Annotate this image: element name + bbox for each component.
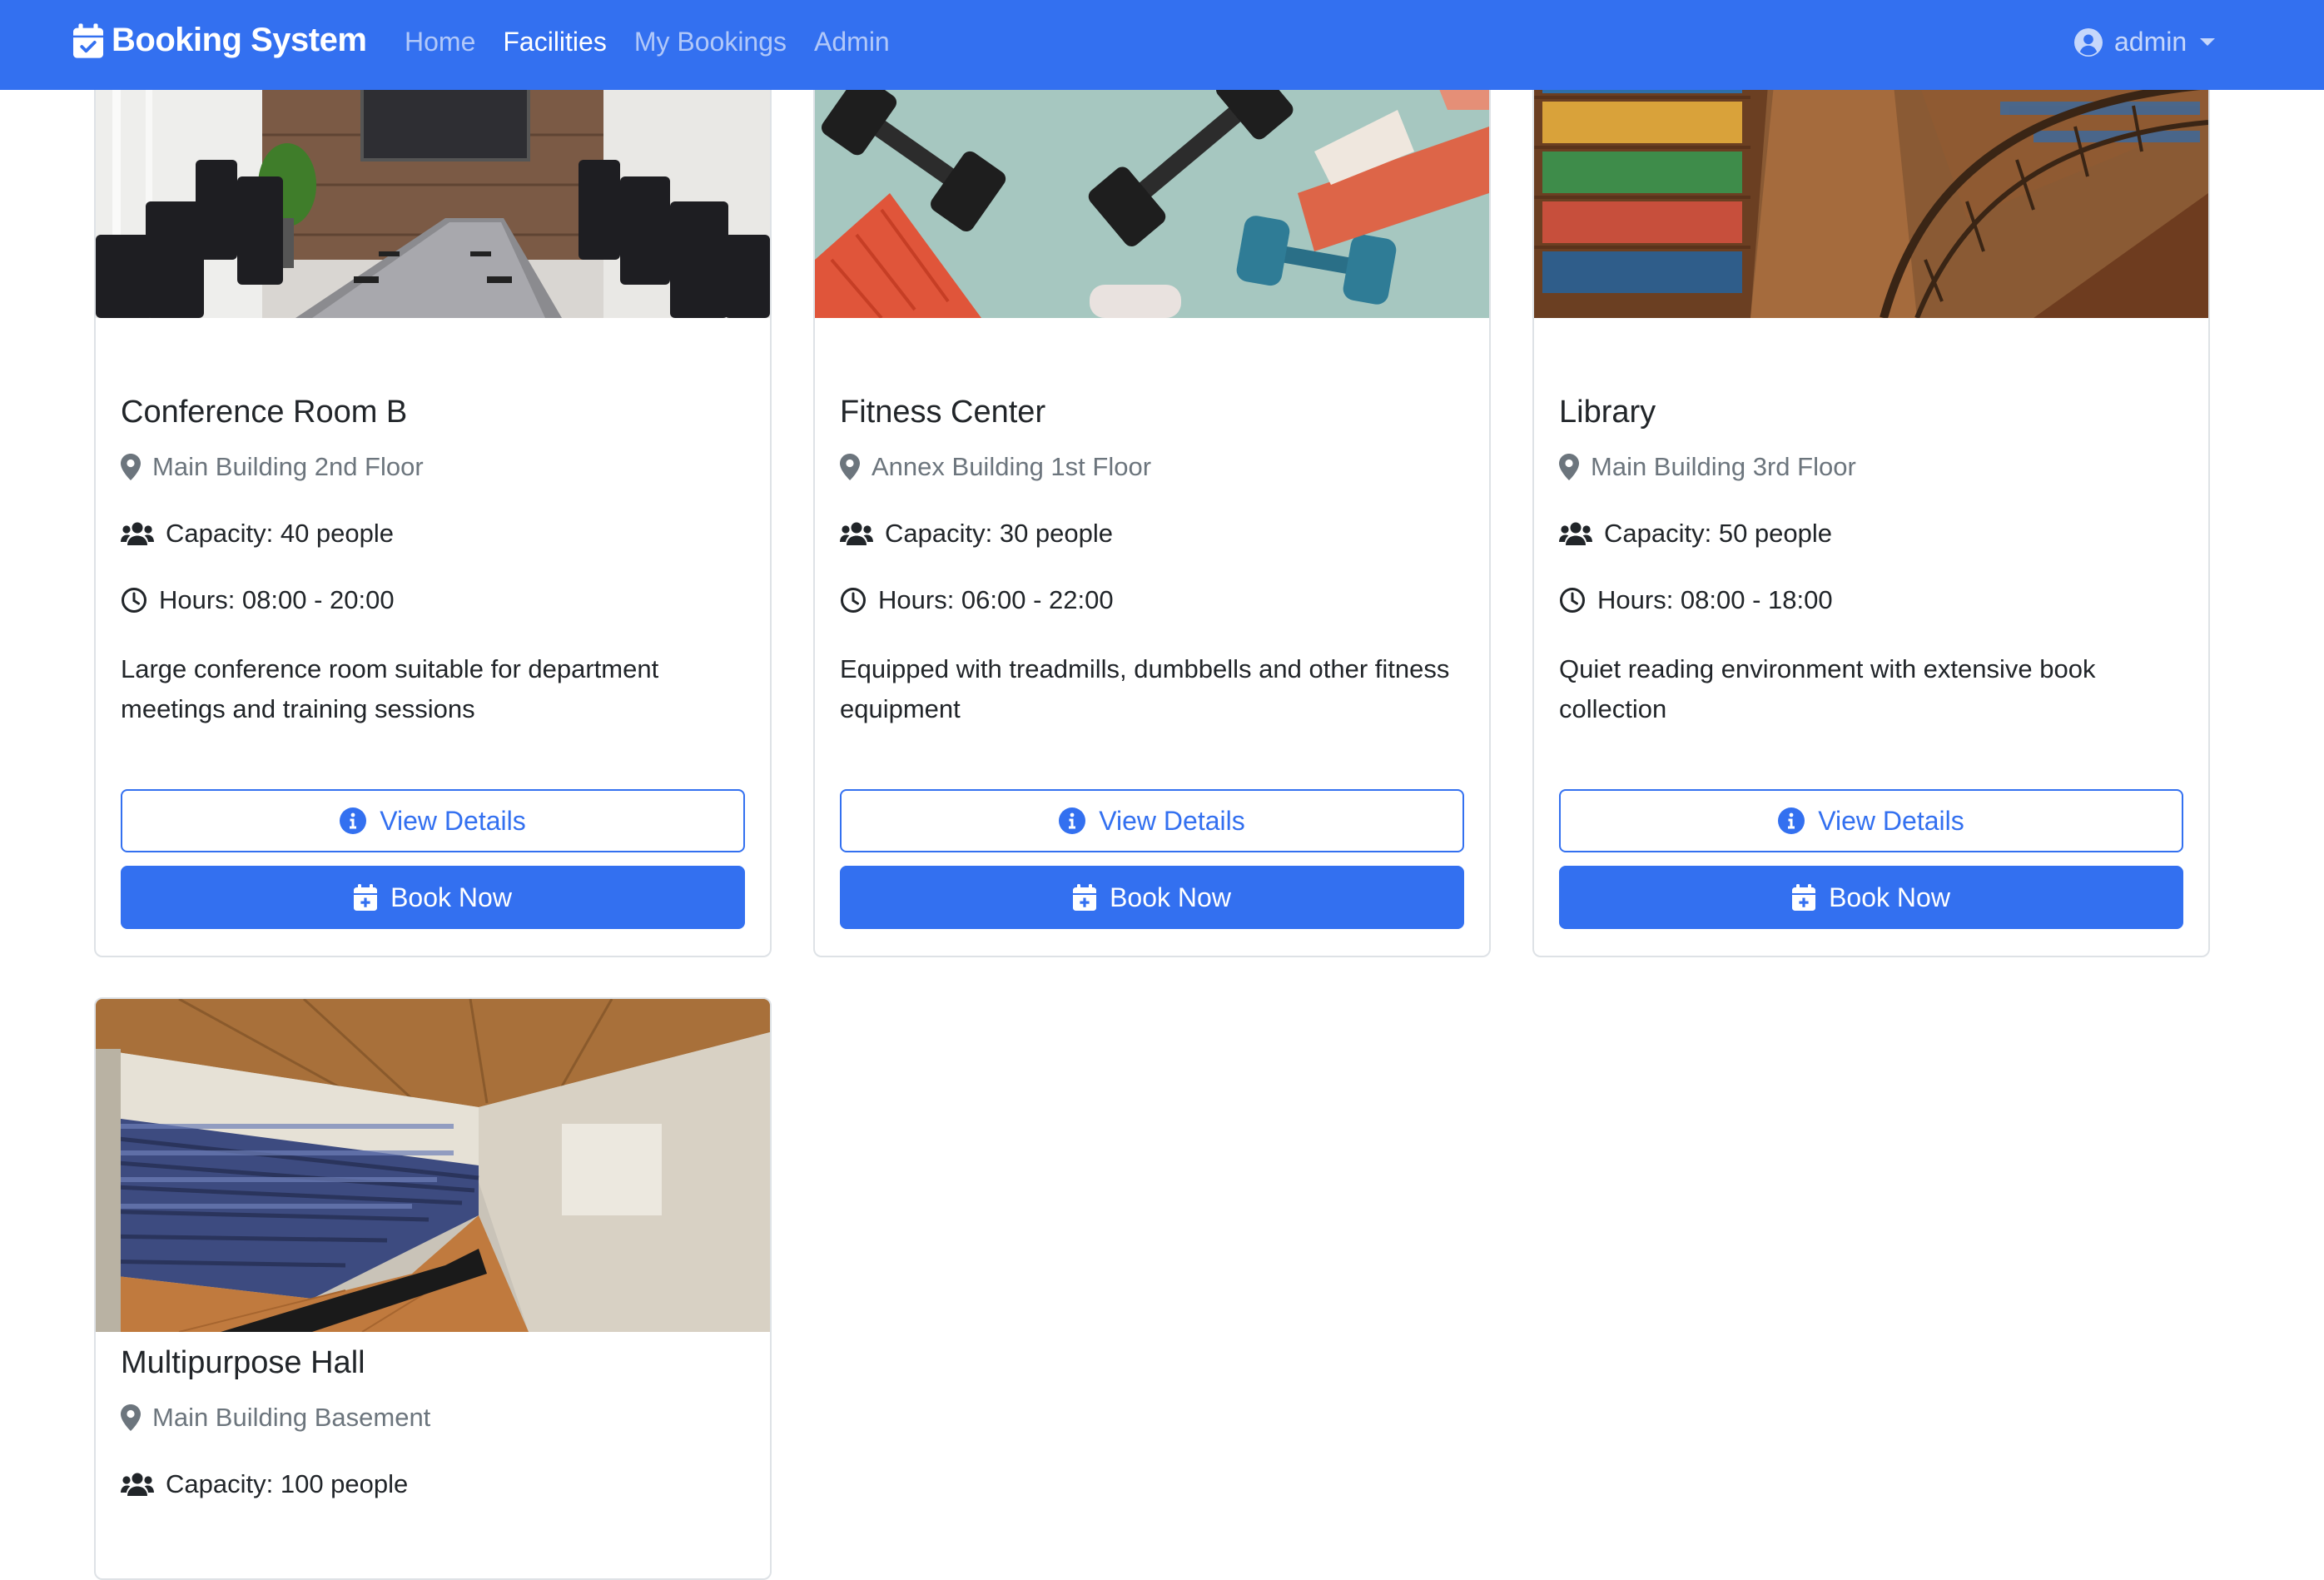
map-pin-icon — [121, 454, 141, 480]
user-name: admin — [2114, 27, 2187, 57]
brand-title: Booking System — [112, 22, 367, 58]
info-circle-icon — [1778, 807, 1805, 834]
calendar-check-icon — [73, 22, 103, 58]
facility-description: Quiet reading environment with extensive… — [1559, 654, 2096, 723]
book-now-button[interactable]: Book Now — [121, 866, 745, 929]
info-circle-icon — [1059, 807, 1085, 834]
chevron-down-icon — [2200, 38, 2216, 46]
facility-title: Library — [1559, 395, 1656, 430]
calendar-plus-icon — [354, 884, 377, 911]
facility-capacity: Capacity: 40 people — [121, 519, 394, 549]
facility-hours: Hours: 06:00 - 22:00 — [840, 585, 1114, 615]
facility-hours: Hours: 08:00 - 18:00 — [1559, 585, 1833, 615]
users-icon — [121, 1473, 154, 1496]
facility-capacity-text: Capacity: 50 people — [1604, 519, 1833, 548]
nav-link-facilities[interactable]: Facilities — [503, 27, 606, 57]
facility-location: Annex Building 1st Floor — [840, 452, 1151, 482]
facility-location-text: Annex Building 1st Floor — [872, 452, 1152, 481]
facility-location-text: Main Building 3rd Floor — [1591, 452, 1856, 481]
facility-hours: Hours: 08:00 - 20:00 — [121, 585, 395, 615]
view-details-label: View Details — [1818, 805, 1964, 836]
nav-link-home[interactable]: Home — [405, 27, 475, 57]
view-details-button[interactable]: View Details — [840, 789, 1464, 852]
users-icon — [121, 522, 154, 545]
clock-icon — [840, 587, 867, 614]
users-icon — [1559, 522, 1592, 545]
facility-hours-text: Hours: 08:00 - 20:00 — [159, 585, 395, 614]
view-details-button[interactable]: View Details — [121, 789, 745, 852]
facility-capacity: Capacity: 50 people — [1559, 519, 1832, 549]
book-now-label: Book Now — [1110, 882, 1231, 912]
nav-link-admin[interactable]: Admin — [814, 27, 890, 57]
calendar-plus-icon — [1792, 884, 1815, 911]
facility-capacity-text: Capacity: 40 people — [166, 519, 395, 548]
clock-icon — [1559, 587, 1586, 614]
info-circle-icon — [340, 807, 366, 834]
facility-description: Large conference room suitable for depar… — [121, 654, 659, 723]
facility-card-fitness-center: Fitness Center Annex Building 1st Floor … — [813, 0, 1491, 957]
facility-location-text: Main Building Basement — [152, 1403, 431, 1432]
facility-title: Multipurpose Hall — [121, 1345, 365, 1380]
facility-location-text: Main Building 2nd Floor — [152, 452, 424, 481]
nav-link-my-bookings[interactable]: My Bookings — [634, 27, 787, 57]
facility-capacity-text: Capacity: 30 people — [885, 519, 1114, 548]
facility-card-library: Library Main Building 3rd Floor Capacity… — [1532, 0, 2210, 957]
book-now-button[interactable]: Book Now — [840, 866, 1464, 929]
user-circle-icon — [2074, 27, 2103, 57]
map-pin-icon — [121, 1404, 141, 1431]
view-details-label: View Details — [1099, 805, 1245, 836]
facility-location: Main Building Basement — [121, 1403, 430, 1433]
map-pin-icon — [1559, 454, 1579, 480]
calendar-plus-icon — [1073, 884, 1096, 911]
clock-icon — [121, 587, 147, 614]
facility-hours-text: Hours: 08:00 - 18:00 — [1597, 585, 1833, 614]
facility-location: Main Building 2nd Floor — [121, 452, 424, 482]
nav-links: Home Facilities My Bookings Admin — [405, 27, 917, 57]
map-pin-icon — [840, 454, 860, 480]
facility-capacity: Capacity: 30 people — [840, 519, 1113, 549]
facility-card-multipurpose-hall: Multipurpose Hall Main Building Basement… — [94, 997, 772, 1580]
users-icon — [840, 522, 873, 545]
view-details-button[interactable]: View Details — [1559, 789, 2183, 852]
facility-capacity-text: Capacity: 100 people — [166, 1469, 409, 1498]
facility-title: Conference Room B — [121, 395, 408, 430]
facility-hours-text: Hours: 06:00 - 22:00 — [878, 585, 1114, 614]
brand-link[interactable]: Booking System — [73, 22, 367, 59]
facility-card-conference-room-b: Conference Room B Main Building 2nd Floo… — [94, 0, 772, 957]
facility-capacity: Capacity: 100 people — [121, 1469, 408, 1499]
book-now-label: Book Now — [1829, 882, 1950, 912]
facility-image-multipurpose-hall — [96, 999, 770, 1332]
navbar: Booking System Home Facilities My Bookin… — [0, 0, 2324, 90]
facility-location: Main Building 3rd Floor — [1559, 452, 1856, 482]
facility-description: Equipped with treadmills, dumbbells and … — [840, 654, 1450, 723]
facility-title: Fitness Center — [840, 395, 1046, 430]
book-now-button[interactable]: Book Now — [1559, 866, 2183, 929]
user-dropdown[interactable]: admin — [2074, 27, 2216, 57]
book-now-label: Book Now — [390, 882, 512, 912]
view-details-label: View Details — [380, 805, 526, 836]
